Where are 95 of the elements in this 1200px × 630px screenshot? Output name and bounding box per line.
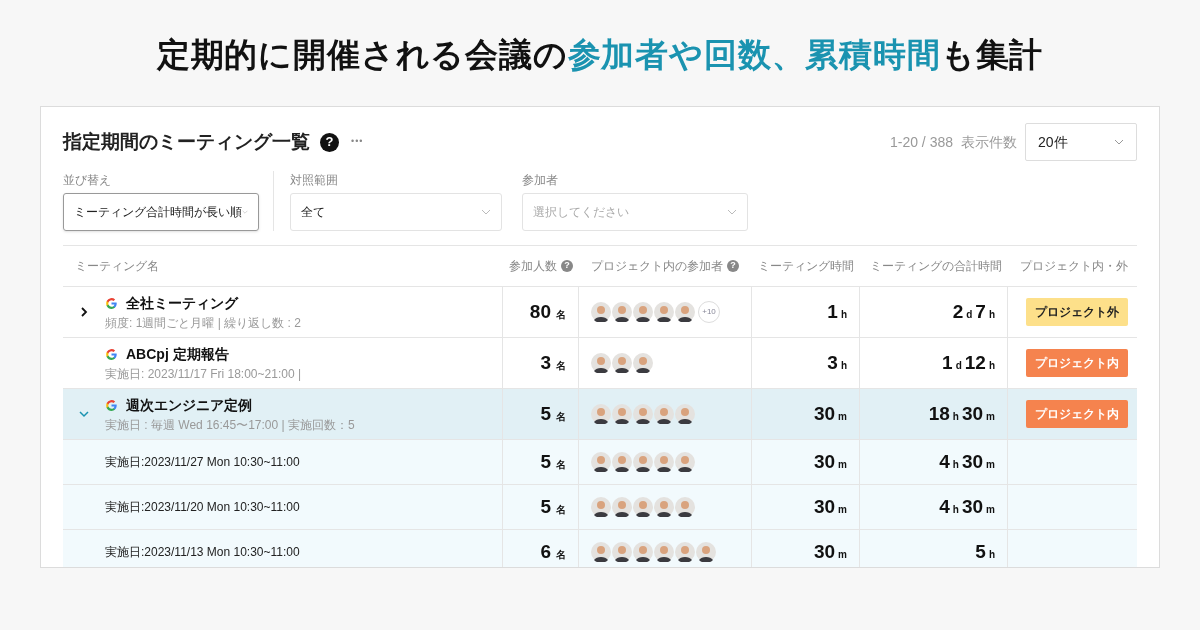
chevron-down-icon [481, 209, 491, 215]
google-calendar-icon [105, 296, 118, 310]
headline: 定期的に開催される会議の参加者や回数、累積時間 も集計 [156, 35, 1044, 75]
chevron-down-icon[interactable] [78, 408, 90, 420]
participant-count: 6 名 [540, 539, 566, 564]
more-button[interactable]: ••• [351, 135, 364, 149]
meeting-row[interactable]: 週次エンジニア定例 実施日 : 毎週 Wed 16:45〜17:00 | 実施回数：5 5 名 30 m 18 h 30 m プロジェクト内 [63, 389, 1137, 440]
meeting-duration: 30 m [813, 539, 848, 564]
avatar-icon [612, 497, 632, 517]
avatar-icon [654, 404, 674, 424]
occurrence-date: 実施日:2023/11/13 Mon 10:30~11:00 [105, 544, 300, 561]
avatar-icon [654, 302, 674, 322]
occurrence-row[interactable]: 実施日:2023/11/13 Mon 10:30~11:00 6 名 30 m 5 h [63, 530, 1137, 567]
avatar-icon [675, 302, 695, 322]
meeting-duration: 1 h [827, 299, 848, 324]
avatar-icon [612, 542, 632, 562]
avatar-icon [591, 302, 611, 322]
chevron-down-icon [1114, 139, 1124, 145]
avatar-icon [612, 452, 632, 472]
participant-count: 3 名 [540, 350, 566, 375]
chevron-down-icon [242, 209, 248, 215]
meeting-details: 実施日 : 毎週 Wed 16:45〜17:00 | 実施回数：5 [105, 416, 355, 434]
project-tag: プロジェクト内 [1026, 400, 1128, 428]
field-label: 対照範囲 [290, 172, 339, 189]
meeting-details: 頻度: 1週間ごと月曜 | 繰り返し数 : 2 [105, 314, 301, 332]
help-icon: ? [727, 260, 739, 272]
occurrence-row[interactable]: 実施日:2023/11/27 Mon 10:30~11:00 5 名 30 m 4 h 30 m [63, 440, 1137, 485]
avatar-icon [591, 452, 611, 472]
column-header: プロジェクト内・外 [1020, 258, 1128, 275]
total-duration: 4 h 30 m [939, 449, 996, 474]
avatar-icon [591, 542, 611, 562]
avatar-icon [633, 452, 653, 472]
total-duration: 4 h 30 m [939, 494, 996, 519]
total-duration: 18 h 30 m [928, 401, 996, 426]
occurrence-date: 実施日:2023/11/20 Mon 10:30~11:00 [105, 499, 300, 516]
occurrence-row[interactable]: 実施日:2023/11/20 Mon 10:30~11:00 5 名 30 m 4 h 30 m [63, 485, 1137, 530]
avatar-icon [633, 542, 653, 562]
project-tag: プロジェクト外 [1026, 298, 1128, 326]
avatar-icon [633, 404, 653, 424]
avatar-icon [675, 404, 695, 424]
participant-count: 5 名 [540, 494, 566, 519]
avatar-icon [654, 542, 674, 562]
column-header: 参加人数 [509, 258, 557, 275]
avatar-icon [633, 497, 653, 517]
total-duration: 5 h [975, 539, 996, 564]
more-participants-badge: +10 [698, 301, 720, 323]
meeting-name: 全社ミーティング [126, 293, 238, 313]
help-button[interactable]: ? [320, 132, 339, 152]
meeting-duration: 30 m [813, 494, 848, 519]
meeting-row[interactable]: ABCpj 定期報告 実施日: 2023/11/17 Fri 18:00~21:00 | 3 名 3 h 1 d 12 h プロジェクト内 [63, 338, 1137, 389]
select-field[interactable]: ミーティング合計時間が長い順 [63, 193, 259, 231]
avatar-icon [675, 452, 695, 472]
meeting-duration: 30 m [813, 449, 848, 474]
participant-count: 80 名 [529, 299, 566, 324]
project-tag: プロジェクト内 [1026, 349, 1128, 377]
total-duration: 1 d 12 h [942, 350, 996, 375]
avatar-icon [612, 302, 632, 322]
avatar-icon [654, 452, 674, 472]
avatar-icon [696, 542, 716, 562]
help-icon: ? [561, 260, 573, 272]
meeting-name: ABCpj 定期報告 [126, 344, 229, 364]
card-title: 指定期間のミーティング一覧 [63, 129, 310, 154]
range-text: 1-20 / 388 [889, 132, 953, 152]
column-header: プロジェクト内の参加者 [591, 258, 723, 275]
avatar-icon [612, 404, 632, 424]
avatar-icon [633, 353, 653, 373]
google-calendar-icon [105, 347, 118, 361]
meeting-duration: 3 h [827, 350, 848, 375]
per-page-label: 表示件数 [961, 132, 1017, 152]
meeting-details: 実施日: 2023/11/17 Fri 18:00~21:00 | [105, 365, 301, 383]
total-duration: 2 d 7 h [952, 299, 996, 324]
meeting-name: 週次エンジニア定例 [126, 395, 252, 415]
avatar-icon [675, 542, 695, 562]
avatar-icon [654, 497, 674, 517]
select-field[interactable]: 全て [290, 193, 502, 231]
column-header: ミーティング時間 [758, 258, 854, 275]
participant-count: 5 名 [540, 401, 566, 426]
participant-count: 5 名 [540, 449, 566, 474]
avatar-icon [591, 497, 611, 517]
occurrence-date: 実施日:2023/11/27 Mon 10:30~11:00 [105, 454, 300, 471]
avatar-icon [633, 302, 653, 322]
avatar-icon [591, 404, 611, 424]
google-calendar-icon [105, 398, 118, 412]
meeting-duration: 30 m [813, 401, 848, 426]
avatar-icon [591, 353, 611, 373]
meeting-row[interactable]: 全社ミーティング 頻度: 1週間ごと月曜 | 繰り返し数 : 2 80 名 +10 1 h 2 d 7 h プロジェクト外 [63, 287, 1137, 338]
avatar-icon [675, 497, 695, 517]
avatar-icon [612, 353, 632, 373]
per-page-select[interactable]: 20件 [1025, 123, 1137, 161]
field-label: 参加者 [522, 172, 559, 189]
chevron-down-icon [727, 209, 737, 215]
chevron-right-icon[interactable] [78, 306, 90, 318]
column-header: ミーティング名 [75, 258, 159, 275]
column-header: ミーティングの合計時間 [870, 258, 1002, 275]
field-label: 並び替え [63, 172, 112, 189]
